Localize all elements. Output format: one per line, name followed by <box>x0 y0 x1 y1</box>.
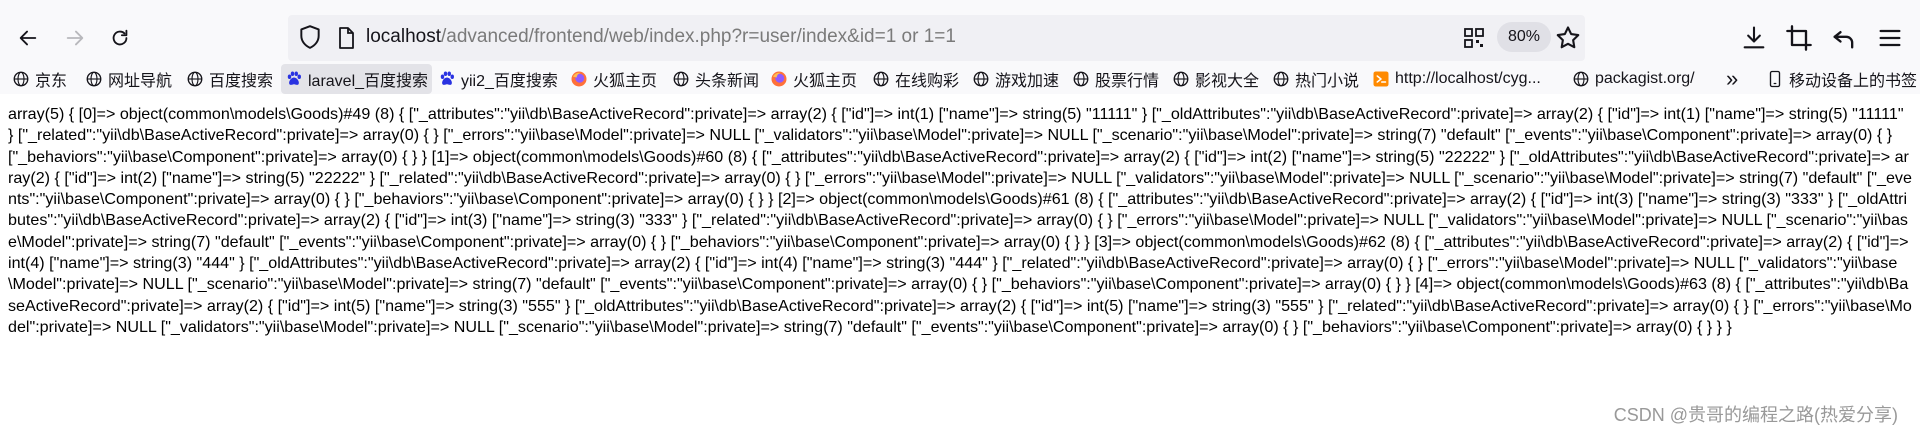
arrow-right-icon <box>66 30 84 46</box>
bookmark-label: 头条新闻 <box>695 73 760 90</box>
bookmark-label: 京东 <box>35 73 68 90</box>
bookmark-label: 股票行情 <box>1095 73 1160 90</box>
bookmark-nav[interactable]: 网址导航 <box>85 64 172 94</box>
undo-icon[interactable] <box>1830 24 1858 52</box>
mobile-device-icon <box>1769 70 1781 88</box>
baidu-paw-icon <box>440 71 454 85</box>
bookmark-packagist[interactable]: packagist.org/ <box>1572 64 1695 94</box>
mobile-bookmarks-label: 移动设备上的书签 <box>1789 73 1918 90</box>
arrow-left-icon <box>19 30 37 46</box>
globe-icon <box>1273 71 1289 87</box>
globe-icon <box>673 71 689 87</box>
bookmark-label: packagist.org/ <box>1595 70 1695 87</box>
globe-icon <box>873 71 889 87</box>
watermark: CSDN @贵哥的编程之路(热爱分享) <box>1613 405 1898 425</box>
url-path: /advanced/frontend/web/index.php?r=user/… <box>441 26 956 47</box>
bookmark-toutiao[interactable]: 头条新闻 <box>672 64 759 94</box>
bookmarks-overflow-chevron-icon[interactable]: » <box>1726 64 1738 94</box>
bookmark-yii2-baidu[interactable]: yii2_百度搜索 <box>438 64 558 94</box>
bookmark-lottery[interactable]: 在线购彩 <box>872 64 959 94</box>
page-icon[interactable] <box>334 25 358 51</box>
bookmark-label: http://localhost/cyg... <box>1395 70 1541 87</box>
firefox-icon <box>571 71 587 87</box>
bookmark-laravel-baidu[interactable]: laravel_百度搜索 <box>281 64 433 94</box>
shield-icon[interactable] <box>297 24 323 50</box>
globe-icon <box>1073 71 1089 87</box>
globe-icon <box>1573 71 1589 87</box>
globe-icon <box>973 71 989 87</box>
menu-icon[interactable] <box>1876 24 1904 52</box>
bookmark-star-icon[interactable] <box>1554 24 1582 52</box>
bookmark-jd[interactable]: 京东 <box>12 64 67 94</box>
bookmark-firefox-home-2[interactable]: 火狐主页 <box>770 64 857 94</box>
forward-button[interactable] <box>57 20 93 56</box>
reload-button[interactable] <box>102 20 138 56</box>
bookmarks-bar: 京东 网址导航 百度搜索 laravel_百度搜索 yii2_百度搜索 火狐主页… <box>0 64 1920 94</box>
qr-code-icon[interactable] <box>1462 26 1486 50</box>
bookmark-movies[interactable]: 影视大全 <box>1172 64 1259 94</box>
zoom-level-button[interactable]: 80% <box>1497 22 1551 52</box>
download-icon[interactable] <box>1740 24 1768 52</box>
bookmark-baidu-search[interactable]: 百度搜索 <box>186 64 273 94</box>
orange-site-icon <box>1373 71 1389 87</box>
bookmark-label: laravel_百度搜索 <box>308 73 429 90</box>
var-dump-output: array(5) { [0]=> object(common\models\Go… <box>8 105 1912 336</box>
browser-toolbar: localhost/advanced/frontend/web/index.ph… <box>0 0 1920 74</box>
url-text[interactable]: localhost/advanced/frontend/web/index.ph… <box>366 24 956 50</box>
mobile-bookmarks[interactable]: 移动设备上的书签 <box>1766 64 1917 94</box>
globe-icon <box>187 71 203 87</box>
globe-icon <box>13 71 29 87</box>
baidu-paw-icon <box>287 71 301 85</box>
bookmark-label: 影视大全 <box>1195 73 1260 90</box>
back-button[interactable] <box>10 20 46 56</box>
bookmark-novels[interactable]: 热门小说 <box>1272 64 1359 94</box>
url-host: localhost <box>366 26 441 47</box>
bookmark-label: 火狐主页 <box>793 73 858 90</box>
bookmark-label: yii2_百度搜索 <box>461 73 558 90</box>
reload-icon <box>112 29 128 46</box>
bookmark-label: 百度搜索 <box>209 73 274 90</box>
bookmark-label: 热门小说 <box>1295 73 1360 90</box>
globe-icon <box>1173 71 1189 87</box>
bookmark-localhost-cyg[interactable]: http://localhost/cyg... <box>1372 64 1541 94</box>
bookmark-label: 网址导航 <box>108 73 173 90</box>
bookmark-label: 游戏加速 <box>995 73 1060 90</box>
globe-icon <box>86 71 102 87</box>
bookmark-firefox-home[interactable]: 火狐主页 <box>570 64 657 94</box>
bookmark-label: 在线购彩 <box>895 73 960 90</box>
bookmark-game-boost[interactable]: 游戏加速 <box>972 64 1059 94</box>
firefox-icon <box>771 71 787 87</box>
bookmark-label: 火狐主页 <box>593 73 658 90</box>
bookmark-stocks[interactable]: 股票行情 <box>1072 64 1159 94</box>
crop-screenshot-icon[interactable] <box>1785 24 1813 52</box>
